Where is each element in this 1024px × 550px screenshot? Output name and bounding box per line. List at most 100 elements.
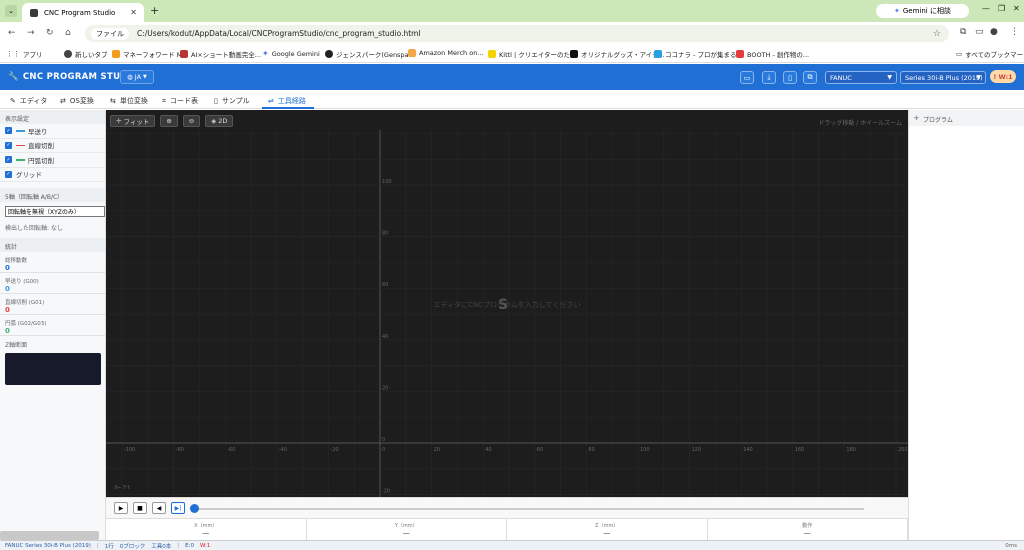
copy-icon[interactable]: ⧉ [803, 71, 817, 84]
zoom-in-button[interactable]: ⊕ [160, 115, 178, 127]
y-tick-label: 20 [382, 385, 388, 391]
download-icon[interactable]: ⤓ [762, 71, 776, 84]
axis-corner-label: X← Y↑ [114, 485, 131, 491]
bookmark-apps[interactable]: ⋮⋮ アプリ [6, 49, 43, 59]
globe-icon: ◍ [127, 73, 133, 81]
play-button[interactable]: ▶ [114, 502, 128, 514]
program-header: ✛ プログラム [909, 110, 1024, 126]
checkbox-linear[interactable]: ✓ 直線切削 [0, 139, 105, 153]
gemini-icon: ✦ [262, 49, 269, 58]
new-tab-icon[interactable]: + [150, 4, 159, 17]
x-tick-label: -40 [279, 447, 287, 453]
x-tick-label: 180 [846, 447, 856, 453]
bookmark-item[interactable]: ジェンスパーク(Genspa... [325, 49, 415, 59]
x-tick-label: -100 [124, 447, 135, 453]
moneyforward-icon [112, 50, 120, 58]
restore-icon[interactable]: ❐ [998, 4, 1005, 13]
stat-value: 0 [5, 306, 10, 314]
view-2d-button[interactable]: ◈ 2D [205, 115, 234, 127]
open-file-icon[interactable]: ▭ [740, 71, 754, 84]
apps-grid-icon: ⋮⋮ [6, 50, 20, 58]
detected-axis-text: 検出した回転軸: なし [5, 225, 63, 232]
menu-icon[interactable]: ⋮ [1010, 27, 1019, 37]
tab-os-convert[interactable]: ⇄ OS変換 [60, 96, 94, 106]
playback-knob[interactable] [190, 504, 199, 513]
folder-icon: ▭ [956, 50, 963, 58]
x-tick-label: -60 [227, 447, 235, 453]
series-select[interactable]: Series 30i-B Plus (2019) ▼ [900, 71, 986, 84]
stat-rapid: 早送り (G00) 0 [0, 273, 105, 294]
bookmark-item[interactable]: AI×ショート動画完全... [180, 49, 261, 59]
step-back-button[interactable]: ◀ [152, 502, 166, 514]
bookmark-star-icon[interactable]: ☆ [933, 29, 941, 39]
bookmark-item[interactable]: Amazon Merch on... [408, 49, 484, 57]
zoom-out-button[interactable]: ⊖ [182, 115, 201, 127]
tab-editor[interactable]: ✎ エディタ [10, 96, 47, 106]
bookmark-item[interactable]: マネーフォワード ME [112, 49, 186, 59]
step-forward-button[interactable]: ▶| [171, 502, 185, 514]
controller-select[interactable]: FANUC ▼ [825, 71, 897, 84]
close-window-icon[interactable]: ✕ [1013, 4, 1020, 13]
tab-samples[interactable]: ▯ サンプル [214, 96, 250, 106]
cube-icon: ◈ [211, 117, 217, 125]
browser-tab[interactable]: CNC Program Studio ✕ [22, 3, 144, 22]
plus-icon: ✛ [116, 117, 122, 125]
empty-state-text: エディタにCNCプログラムを入力してください [433, 301, 581, 309]
address-bar[interactable]: ファイル C:/Users/kodut/AppData/Local/CNCPro… [85, 25, 949, 42]
bookmark-item[interactable]: オリジナルグッズ・アイテ... [570, 49, 665, 59]
toolpath-canvas[interactable]: -100 -80 -60 -40 -20 0 20 40 60 80 100 120 140 160 180… [106, 110, 908, 497]
rotary-axis-select[interactable]: 回転軸を無視（XYZのみ） [5, 206, 105, 217]
profile-avatar[interactable]: ● [990, 27, 998, 37]
playback-track[interactable] [194, 508, 864, 510]
sidebar-icon[interactable]: ▭ [975, 27, 984, 37]
close-tab-icon[interactable]: ✕ [130, 8, 137, 17]
chevron-down-icon: ▼ [887, 74, 892, 81]
z-section-view [5, 353, 101, 385]
bookmarks-bar: ⋮⋮ アプリ 新しいタブ マネーフォワード ME AI×ショート動画完全... ✦… [0, 44, 1024, 63]
tab-toolpath[interactable]: ⇌ 工具経路 [268, 96, 306, 106]
address-row: ← → ↻ ⌂ ファイル C:/Users/kodut/AppData/Loca… [0, 22, 1024, 44]
reload-icon[interactable]: ↻ [46, 28, 54, 38]
document-icon[interactable]: ▯ [783, 71, 797, 84]
minimize-icon[interactable]: — [982, 4, 990, 13]
y-tick-label: 100 [382, 179, 392, 185]
gemini-button[interactable]: ✦ Gemini に相談 [876, 4, 969, 18]
check-icon: ✓ [5, 156, 12, 164]
bookmark-item[interactable]: 新しいタブ [64, 49, 108, 59]
status-warnings: W:1 [199, 542, 211, 549]
gemini-label: Gemini に相談 [902, 7, 951, 15]
home-icon[interactable]: ⌂ [65, 28, 71, 38]
status-blocks: 0ブロック [119, 543, 146, 550]
checkbox-rapid[interactable]: ✓ 早送り [0, 124, 105, 139]
stat-value: 0 [5, 285, 10, 293]
tab-unit-convert[interactable]: ⇆ 単位変換 [110, 96, 148, 106]
coord-motion: 動作 — [708, 519, 908, 540]
forward-icon[interactable]: → [27, 28, 35, 38]
x-tick-label: 160 [795, 447, 805, 453]
plus-icon: ✛ [914, 115, 920, 122]
stop-button[interactable]: ■ [133, 502, 147, 514]
tab-list-icon[interactable]: ⌄ [5, 5, 17, 17]
bookmark-item[interactable]: BOOTH - 創作物の... [736, 49, 809, 59]
coordinate-readout: X（mm） — Y（mm） — Z（mm） — 動作 — [106, 518, 908, 540]
language-select[interactable]: ◍ JA ▼ [120, 70, 154, 84]
tab-code-table[interactable]: ⌗ コード表 [162, 96, 198, 106]
warning-badge[interactable]: ! W:1 [990, 70, 1016, 83]
x-tick-label: 40 [485, 447, 491, 453]
x-tick-label: 80 [588, 447, 594, 453]
bookmark-item[interactable]: ✦ Google Gemini [262, 49, 320, 58]
favicon-icon [30, 8, 38, 17]
bookmark-item[interactable]: Kittl | クリエイターのた... [488, 49, 576, 59]
back-icon[interactable]: ← [8, 28, 16, 38]
all-bookmarks[interactable]: ▭ すべてのブックマーク [956, 49, 1024, 59]
extensions-icon[interactable]: ⧉ [960, 27, 966, 37]
left-panel-scrollbar[interactable] [0, 531, 99, 540]
checkbox-grid[interactable]: ✓ グリッド [0, 168, 105, 182]
status-errors: E:0 [185, 542, 194, 549]
site-info-chip[interactable]: ファイル [91, 27, 129, 40]
fit-button[interactable]: ✛ フィット [110, 115, 156, 127]
coconala-icon [654, 50, 662, 58]
bookmark-item[interactable]: ココナラ - プロが集まる... [654, 49, 743, 59]
status-time: 0ms [1005, 542, 1017, 549]
checkbox-arc[interactable]: ✓ 円弧切削 [0, 153, 105, 168]
